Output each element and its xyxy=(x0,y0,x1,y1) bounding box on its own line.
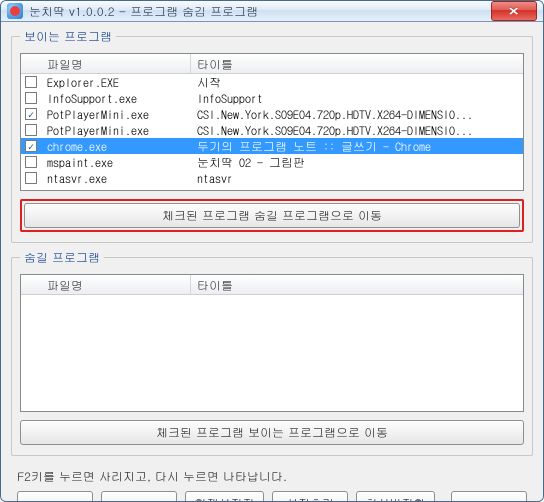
checkbox-icon[interactable] xyxy=(25,92,37,104)
checkbox-icon[interactable] xyxy=(25,124,37,136)
row-filename: PotPlayerMini.exe xyxy=(41,106,191,123)
checkbox-icon[interactable]: ✓ xyxy=(25,140,37,152)
hide-button[interactable]: 숨기기 xyxy=(17,491,93,502)
hide-list-header[interactable]: 파일명 타이틀 xyxy=(21,275,523,295)
row-title: ntasvr xyxy=(191,170,523,187)
row-filename: Explorer.EXE xyxy=(41,74,191,91)
titlebar[interactable]: 눈치딱 v1.0.0.2 - 프로그램 숨김 프로그램 ✕ xyxy=(1,1,543,22)
checkbox-icon[interactable] xyxy=(25,156,37,168)
row-title: 두기의 프로그램 노트 :: 글쓰기 - Chrome xyxy=(191,138,523,155)
checkbox-icon[interactable]: ✓ xyxy=(25,108,37,120)
list-row[interactable]: ✓ chrome.exe두기의 프로그램 노트 :: 글쓰기 - Chrome xyxy=(21,138,523,154)
row-title: CSI.New.York.S09E04.720p.HDTV.X264-DIMEN… xyxy=(191,106,523,123)
group-visible-legend: 보이는 프로그램 xyxy=(20,28,116,45)
list-row[interactable]: PotPlayerMini.exeCSI.New.York.S09E04.720… xyxy=(21,122,523,138)
footer-area: F2키를 누르면 사리지고, 다시 누르면 나타납니다. 숨기기 새로읽기 현재… xyxy=(11,462,533,502)
checkbox-icon[interactable] xyxy=(25,76,37,88)
exit-button[interactable]: 종료 xyxy=(451,491,527,502)
list-row[interactable]: ✓ PotPlayerMini.exeCSI.New.York.S09E04.72… xyxy=(21,106,523,122)
list-row[interactable]: mspaint.exe눈치딱 02 - 그림판 xyxy=(21,154,523,170)
row-checkbox-cell[interactable] xyxy=(21,76,41,88)
row-title: 시작 xyxy=(191,74,523,91)
row-checkbox-cell[interactable] xyxy=(21,172,41,184)
checkbox-icon[interactable] xyxy=(25,172,37,184)
app-window: 눈치딱 v1.0.0.2 - 프로그램 숨김 프로그램 ✕ 보이는 프로그램 파… xyxy=(0,0,544,502)
visible-list-body: Explorer.EXE시작InfoSupport.exeInfoSupport… xyxy=(21,74,523,186)
row-title: 눈치딱 02 - 그림판 xyxy=(191,154,523,171)
button-row: 숨기기 새로읽기 현재설정저장 설정초기화 최신버전확인 종료 xyxy=(15,491,529,502)
move-to-hide-button[interactable]: 체크된 프로그램 숨길 프로그램으로 이동 xyxy=(24,203,520,228)
row-filename: InfoSupport.exe xyxy=(41,90,191,107)
move-to-visible-button[interactable]: 체크된 프로그램 보이는 프로그램으로 이동 xyxy=(20,420,524,445)
header-col-title[interactable]: 타이틀 xyxy=(191,275,523,294)
visible-listview[interactable]: 파일명 타이틀 Explorer.EXE시작InfoSupport.exeInf… xyxy=(20,53,524,191)
row-checkbox-cell[interactable]: ✓ xyxy=(21,108,41,120)
header-col-checkbox[interactable] xyxy=(21,275,41,294)
row-filename: chrome.exe xyxy=(41,138,191,155)
reset-settings-button[interactable]: 설정초기화 xyxy=(272,491,348,502)
group-visible-programs: 보이는 프로그램 파일명 타이틀 Explorer.EXE시작InfoSuppo… xyxy=(11,28,533,243)
header-col-title[interactable]: 타이틀 xyxy=(191,54,523,73)
list-row[interactable]: InfoSupport.exeInfoSupport xyxy=(21,90,523,106)
save-settings-button[interactable]: 현재설정저장 xyxy=(185,491,264,502)
hint-text: F2키를 누르면 사리지고, 다시 누르면 나타납니다. xyxy=(17,468,527,485)
row-filename: PotPlayerMini.exe xyxy=(41,122,191,139)
row-title: InfoSupport xyxy=(191,90,523,107)
close-button[interactable]: ✕ xyxy=(491,1,537,21)
group-hide-programs: 숨길 프로그램 파일명 타이틀 체크된 프로그램 보이는 프로그램으로 이동 xyxy=(11,249,533,456)
row-title: CSI.New.York.S09E04.720p.HDTV.X264-DIMEN… xyxy=(191,122,523,139)
hide-listview[interactable]: 파일명 타이틀 xyxy=(20,274,524,412)
list-row[interactable]: Explorer.EXE시작 xyxy=(21,74,523,90)
highlight-outline: 체크된 프로그램 숨길 프로그램으로 이동 xyxy=(20,199,524,232)
header-col-filename[interactable]: 파일명 xyxy=(41,54,191,73)
reload-button[interactable]: 새로읽기 xyxy=(101,491,177,502)
row-filename: ntasvr.exe xyxy=(41,170,191,187)
row-filename: mspaint.exe xyxy=(41,154,191,171)
app-icon xyxy=(7,3,23,19)
header-col-filename[interactable]: 파일명 xyxy=(41,275,191,294)
close-icon: ✕ xyxy=(508,4,519,19)
row-checkbox-cell[interactable]: ✓ xyxy=(21,140,41,152)
row-checkbox-cell[interactable] xyxy=(21,156,41,168)
row-checkbox-cell[interactable] xyxy=(21,92,41,104)
header-col-checkbox[interactable] xyxy=(21,54,41,73)
window-title: 눈치딱 v1.0.0.2 - 프로그램 숨김 프로그램 xyxy=(29,3,491,20)
row-checkbox-cell[interactable] xyxy=(21,124,41,136)
check-update-button[interactable]: 최신버전확인 xyxy=(356,491,435,502)
group-hide-legend: 숨길 프로그램 xyxy=(20,249,104,266)
visible-list-header[interactable]: 파일명 타이틀 xyxy=(21,54,523,74)
client-area: 보이는 프로그램 파일명 타이틀 Explorer.EXE시작InfoSuppo… xyxy=(1,22,543,502)
list-row[interactable]: ntasvr.exentasvr xyxy=(21,170,523,186)
